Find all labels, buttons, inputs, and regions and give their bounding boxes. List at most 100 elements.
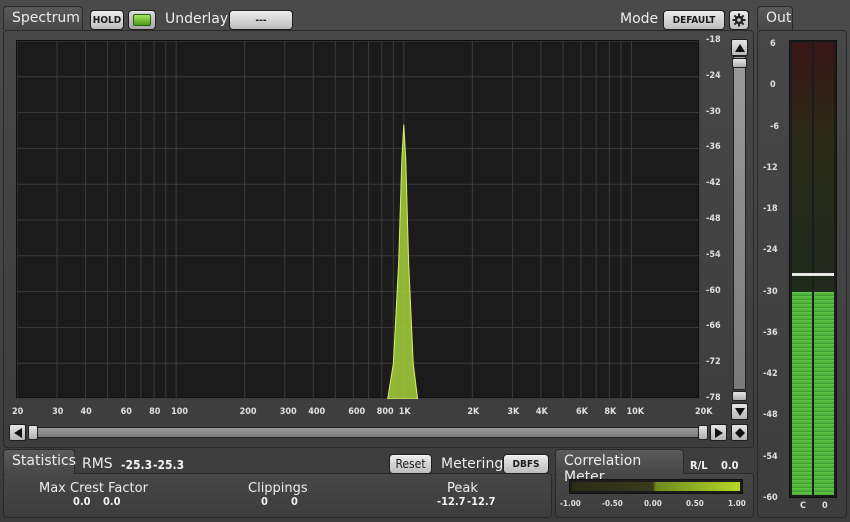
- out-scale-label: 6: [770, 39, 776, 49]
- max-crest-left-value: 0.0: [73, 495, 91, 508]
- hold-button[interactable]: HOLD: [90, 10, 124, 30]
- vertical-scroll-thumb[interactable]: [732, 58, 747, 68]
- correlation-tab[interactable]: Correlation Meter: [555, 449, 684, 485]
- scroll-right-button[interactable]: [710, 424, 727, 441]
- diamond-icon: [734, 427, 745, 438]
- max-crest-right-value: 0.0: [103, 495, 121, 508]
- settings-button[interactable]: [729, 10, 749, 30]
- underlay-select[interactable]: ---: [229, 10, 293, 30]
- vertical-scroll-thumb-bottom[interactable]: [732, 391, 747, 401]
- out-scale-label: -6: [770, 121, 779, 132]
- output-peak-hold: [792, 273, 834, 277]
- arrow-up-icon: [734, 43, 745, 52]
- y-tick-label: -48: [706, 214, 721, 224]
- metering-label: Metering: [441, 456, 504, 472]
- output-meter-right-fill: [814, 292, 834, 495]
- statistics-tab[interactable]: Statistics: [3, 449, 76, 474]
- metering-select-value: DBFS: [512, 458, 540, 470]
- x-tick-label: 80: [149, 407, 161, 417]
- clippings-label: Clippings: [248, 481, 308, 496]
- zoom-reset-button[interactable]: [731, 424, 748, 441]
- x-tick-label: 800: [376, 407, 394, 417]
- correlation-meter-bar: [572, 482, 740, 491]
- x-tick-label: 400: [308, 407, 326, 417]
- peak-right-value: -12.7: [467, 495, 496, 508]
- scroll-left-button[interactable]: [9, 424, 26, 441]
- x-tick-label: 200: [239, 407, 257, 417]
- out-scale-label: 0: [770, 80, 776, 91]
- y-tick-label: -54: [706, 249, 721, 260]
- mode-select[interactable]: DEFAULT: [663, 10, 725, 30]
- rms-right-value: -25.3: [153, 458, 185, 472]
- correlation-scale-label: -0.50: [602, 499, 623, 508]
- clippings-left-value: 0: [261, 495, 268, 508]
- out-scale-label: -18: [763, 204, 778, 215]
- peak-label: Peak: [447, 481, 478, 496]
- out-scale-label: -60: [763, 493, 778, 503]
- horizontal-scroll-thumb-right[interactable]: [698, 425, 708, 440]
- x-tick-label: 8K: [604, 407, 617, 417]
- vertical-scroll-track[interactable]: [733, 56, 746, 390]
- x-tick-label: 600: [348, 407, 366, 417]
- y-tick-label: -18: [706, 35, 721, 45]
- out-tab-label: Out: [766, 10, 792, 26]
- y-tick-label: -30: [706, 106, 721, 117]
- horizontal-scroll-thumb-left[interactable]: [28, 425, 38, 440]
- spectrum-series-0: [387, 124, 419, 399]
- x-tick-label: 3K: [507, 407, 520, 417]
- mode-select-value: DEFAULT: [672, 14, 716, 26]
- gear-icon: [732, 13, 746, 27]
- y-tick-label: -60: [706, 285, 721, 296]
- spectrum-graph[interactable]: [16, 40, 700, 399]
- correlation-scale-label: 0.50: [686, 499, 704, 508]
- spectrum-tab-label: Spectrum: [12, 10, 80, 26]
- rms-left-value: -25.3: [121, 458, 153, 472]
- y-tick-label: -66: [706, 321, 721, 332]
- rl-value: 0.0: [721, 459, 739, 472]
- y-tick-label: -36: [706, 142, 721, 153]
- mode-label: Mode: [620, 11, 659, 27]
- output-meter: [789, 40, 837, 498]
- rms-label: RMS: [82, 456, 113, 472]
- x-tick-label: 4K: [535, 407, 548, 417]
- scroll-up-button[interactable]: [731, 39, 748, 56]
- arrow-left-icon: [13, 427, 22, 438]
- x-tick-label: 2K: [467, 407, 480, 417]
- arrow-right-icon: [714, 427, 723, 438]
- out-tab[interactable]: Out: [757, 6, 793, 30]
- x-tick-label: 40: [80, 407, 92, 417]
- statistics-tab-label: Statistics: [12, 453, 76, 469]
- x-tick-label: 20: [12, 407, 24, 417]
- correlation-scale-label: 1.00: [728, 499, 746, 508]
- y-tick-label: -42: [706, 178, 721, 189]
- scroll-down-button[interactable]: [731, 403, 748, 420]
- output-meter-left-fill: [792, 292, 812, 495]
- rl-label: R/L: [690, 459, 708, 472]
- clippings-right-value: 0: [291, 495, 298, 508]
- hold-indicator-led: [133, 14, 151, 26]
- out-scale-label: -12: [763, 162, 778, 173]
- x-tick-label: 60: [120, 407, 132, 417]
- channel-label-left: C: [800, 501, 806, 511]
- underlay-label: Underlay: [165, 11, 229, 27]
- correlation-scale-label: -1.00: [560, 499, 581, 508]
- hold-button-label: HOLD: [92, 14, 122, 26]
- x-tick-label: 300: [279, 407, 297, 417]
- underlay-select-value: ---: [255, 14, 267, 26]
- reset-button[interactable]: Reset: [389, 454, 432, 474]
- correlation-meter: [569, 479, 743, 494]
- peak-left-value: -12.7: [437, 495, 466, 508]
- spectrum-chart: [17, 41, 700, 399]
- horizontal-scroll-track[interactable]: [28, 427, 708, 438]
- x-tick-label: 100: [171, 407, 189, 417]
- channel-label-right: 0: [822, 501, 828, 511]
- spectrum-tab[interactable]: Spectrum: [3, 6, 83, 30]
- correlation-scale-label: 0.00: [644, 499, 662, 508]
- out-scale-label: -54: [763, 451, 778, 462]
- hold-toggle[interactable]: [128, 10, 156, 30]
- out-scale-label: -30: [763, 286, 778, 297]
- y-tick-label: -78: [706, 393, 721, 403]
- out-scale-label: -48: [763, 410, 778, 421]
- metering-select[interactable]: DBFS: [503, 454, 549, 474]
- y-tick-label: -72: [706, 357, 721, 368]
